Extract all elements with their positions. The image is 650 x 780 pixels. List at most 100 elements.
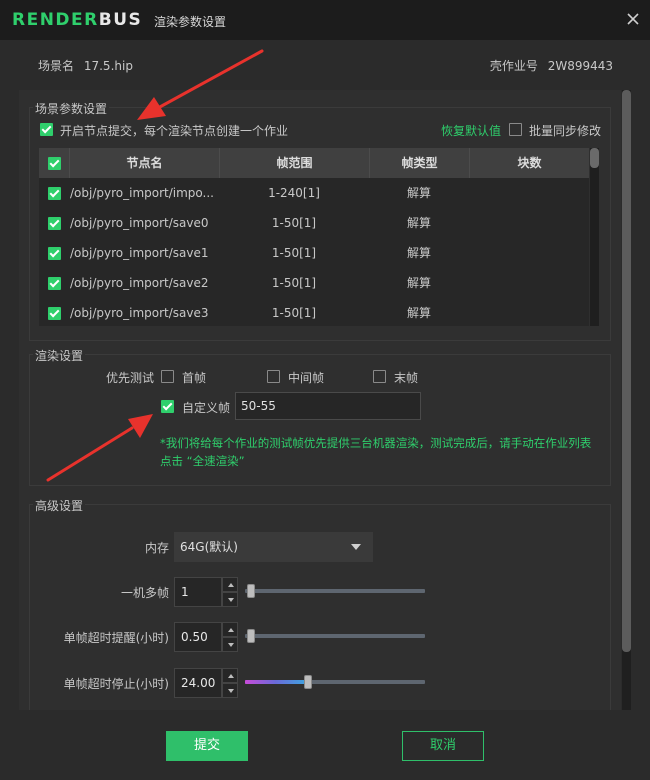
custom-frame-label: 自定义帧 bbox=[182, 401, 231, 415]
memory-label: 内存 bbox=[144, 541, 169, 555]
render-settings-title: 渲染设置 bbox=[33, 347, 86, 364]
table-row[interactable]: /obj/pyro_import/save1 1-50[1] 解算 bbox=[39, 238, 589, 268]
node-table: 节点名 帧范围 帧类型 块数 /obj/pyro_import/impo... … bbox=[39, 148, 601, 326]
advanced-settings-title: 高级设置 bbox=[33, 497, 86, 514]
cell-node-name: /obj/pyro_import/save0 bbox=[70, 216, 209, 230]
cell-frame-type: 解算 bbox=[406, 246, 431, 260]
table-scrollbar-thumb[interactable] bbox=[590, 148, 599, 168]
cell-node-name: /obj/pyro_import/impo... bbox=[70, 186, 214, 200]
table-header: 节点名 帧范围 帧类型 块数 bbox=[39, 148, 589, 178]
stepper-down-icon[interactable] bbox=[222, 683, 238, 698]
cell-node-name: /obj/pyro_import/save3 bbox=[70, 306, 209, 320]
cell-frame-range: 1-50[1] bbox=[271, 246, 317, 260]
stepper-down-icon[interactable] bbox=[222, 637, 238, 652]
cell-frame-type: 解算 bbox=[406, 186, 431, 200]
middle-frame-checkbox[interactable] bbox=[267, 370, 280, 383]
row-checkbox[interactable] bbox=[48, 277, 61, 290]
cell-blocks[interactable] bbox=[469, 208, 589, 238]
table-row[interactable]: /obj/pyro_import/save3 1-50[1] 解算 bbox=[39, 298, 589, 328]
first-frame-checkbox[interactable] bbox=[161, 370, 174, 383]
row-checkbox[interactable] bbox=[48, 217, 61, 230]
table-row[interactable]: /obj/pyro_import/impo... 1-240[1] 解算 bbox=[39, 178, 589, 208]
table-scrollbar[interactable] bbox=[590, 148, 599, 326]
cell-blocks[interactable] bbox=[469, 178, 589, 208]
custom-frame-checkbox[interactable] bbox=[161, 400, 174, 413]
slider-track bbox=[245, 589, 425, 593]
custom-frame-input[interactable] bbox=[235, 392, 421, 420]
cell-frame-range: 1-50[1] bbox=[271, 216, 317, 230]
stepper-up-icon[interactable] bbox=[222, 622, 238, 637]
select-all-checkbox[interactable] bbox=[48, 157, 61, 170]
content-scrollbar-thumb[interactable] bbox=[622, 90, 631, 652]
slider-fill bbox=[245, 680, 306, 684]
stepper-up-icon[interactable] bbox=[222, 577, 238, 592]
cell-node-name: /obj/pyro_import/save2 bbox=[70, 276, 209, 290]
timeout-warn-label: 单帧超时提醒(小时) bbox=[63, 631, 169, 645]
first-frame-label: 首帧 bbox=[182, 371, 207, 385]
priority-test-hint: *我们将给每个作业的测试帧优先提供三台机器渲染，测试完成后，请手动在作业列表点击… bbox=[160, 436, 592, 468]
slider-handle[interactable] bbox=[247, 629, 255, 643]
cell-frame-range: 1-240[1] bbox=[268, 186, 320, 200]
logo-bus-text: BUS bbox=[98, 10, 143, 30]
priority-test-label: 优先测试 bbox=[106, 371, 155, 385]
submit-button[interactable]: 提交 bbox=[166, 731, 248, 761]
stepper-down-icon[interactable] bbox=[222, 592, 238, 607]
memory-select[interactable]: 64G(默认) bbox=[174, 532, 373, 562]
logo-render-text: RENDER bbox=[12, 10, 99, 30]
slider-handle[interactable] bbox=[304, 675, 312, 689]
memory-selected-value: 64G(默认) bbox=[180, 540, 238, 554]
timeout-stop-slider[interactable] bbox=[245, 675, 425, 689]
header-blocks[interactable]: 块数 bbox=[469, 148, 589, 178]
window-title: 渲染参数设置 bbox=[154, 15, 227, 29]
last-frame-checkbox[interactable] bbox=[373, 370, 386, 383]
cell-frame-range: 1-50[1] bbox=[271, 306, 317, 320]
table-body: /obj/pyro_import/impo... 1-240[1] 解算 /ob… bbox=[39, 178, 589, 326]
job-value: 2W899443 bbox=[547, 59, 613, 73]
renderbus-logo: RENDERBUS bbox=[12, 10, 142, 30]
chevron-down-icon bbox=[351, 544, 361, 550]
header-frame-type[interactable]: 帧类型 bbox=[369, 148, 469, 178]
scene-params-title: 场景参数设置 bbox=[33, 100, 110, 117]
table-row[interactable]: /obj/pyro_import/save2 1-50[1] 解算 bbox=[39, 268, 589, 298]
cell-blocks[interactable] bbox=[469, 298, 589, 328]
cell-blocks[interactable] bbox=[469, 268, 589, 298]
cell-frame-type: 解算 bbox=[406, 216, 431, 230]
multi-frame-slider[interactable] bbox=[245, 584, 425, 598]
cell-frame-range: 1-50[1] bbox=[271, 276, 317, 290]
cell-frame-type: 解算 bbox=[406, 306, 431, 320]
timeout-warn-value[interactable]: 0.50 bbox=[174, 622, 222, 652]
header-node-name[interactable]: 节点名 bbox=[69, 148, 219, 178]
cell-blocks[interactable] bbox=[469, 238, 589, 268]
close-icon[interactable] bbox=[622, 8, 644, 30]
scene-name: 场景名 17.5.hip bbox=[38, 57, 133, 74]
info-bar: 场景名 17.5.hip 壳作业号 2W899443 bbox=[0, 40, 650, 90]
restore-default-link[interactable]: 恢复默认值 bbox=[441, 122, 501, 139]
title-bar: RENDERBUS 渲染参数设置 bbox=[0, 0, 650, 40]
slider-track bbox=[245, 634, 425, 638]
multi-frame-value[interactable]: 1 bbox=[174, 577, 222, 607]
multi-frame-stepper[interactable]: 1 bbox=[174, 577, 238, 607]
slider-handle[interactable] bbox=[247, 584, 255, 598]
row-checkbox[interactable] bbox=[48, 187, 61, 200]
multi-frame-label: 一机多帧 bbox=[120, 586, 169, 600]
timeout-stop-label: 单帧超时停止(小时) bbox=[63, 677, 169, 691]
job-id: 壳作业号 2W899443 bbox=[490, 57, 613, 74]
cell-frame-type: 解算 bbox=[406, 276, 431, 290]
batch-sync-label: 批量同步修改 bbox=[529, 124, 602, 138]
timeout-warn-stepper[interactable]: 0.50 bbox=[174, 622, 238, 652]
row-checkbox[interactable] bbox=[48, 247, 61, 260]
node-submit-checkbox[interactable] bbox=[40, 123, 53, 136]
stepper-up-icon[interactable] bbox=[222, 668, 238, 683]
timeout-warn-slider[interactable] bbox=[245, 629, 425, 643]
batch-sync-checkbox[interactable] bbox=[509, 123, 522, 136]
timeout-stop-value[interactable]: 24.00 bbox=[174, 668, 222, 698]
table-row[interactable]: /obj/pyro_import/save0 1-50[1] 解算 bbox=[39, 208, 589, 238]
timeout-stop-stepper[interactable]: 24.00 bbox=[174, 668, 238, 698]
node-submit-label: 开启节点提交，每个渲染节点创建一个作业 bbox=[60, 124, 289, 138]
cell-node-name: /obj/pyro_import/save1 bbox=[70, 246, 209, 260]
header-frame-range[interactable]: 帧范围 bbox=[219, 148, 369, 178]
cancel-button[interactable]: 取消 bbox=[402, 731, 484, 761]
row-checkbox[interactable] bbox=[48, 307, 61, 320]
job-label: 壳作业号 bbox=[489, 59, 538, 73]
scene-value: 17.5.hip bbox=[83, 59, 133, 73]
